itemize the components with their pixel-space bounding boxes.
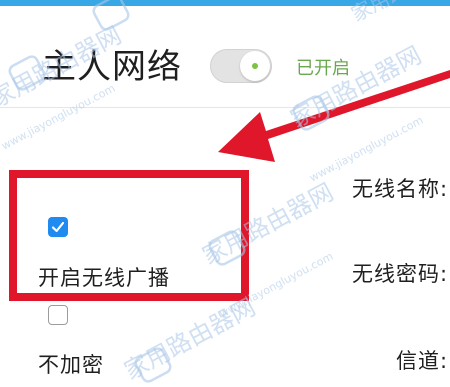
pointer-arrow-icon bbox=[218, 70, 450, 162]
